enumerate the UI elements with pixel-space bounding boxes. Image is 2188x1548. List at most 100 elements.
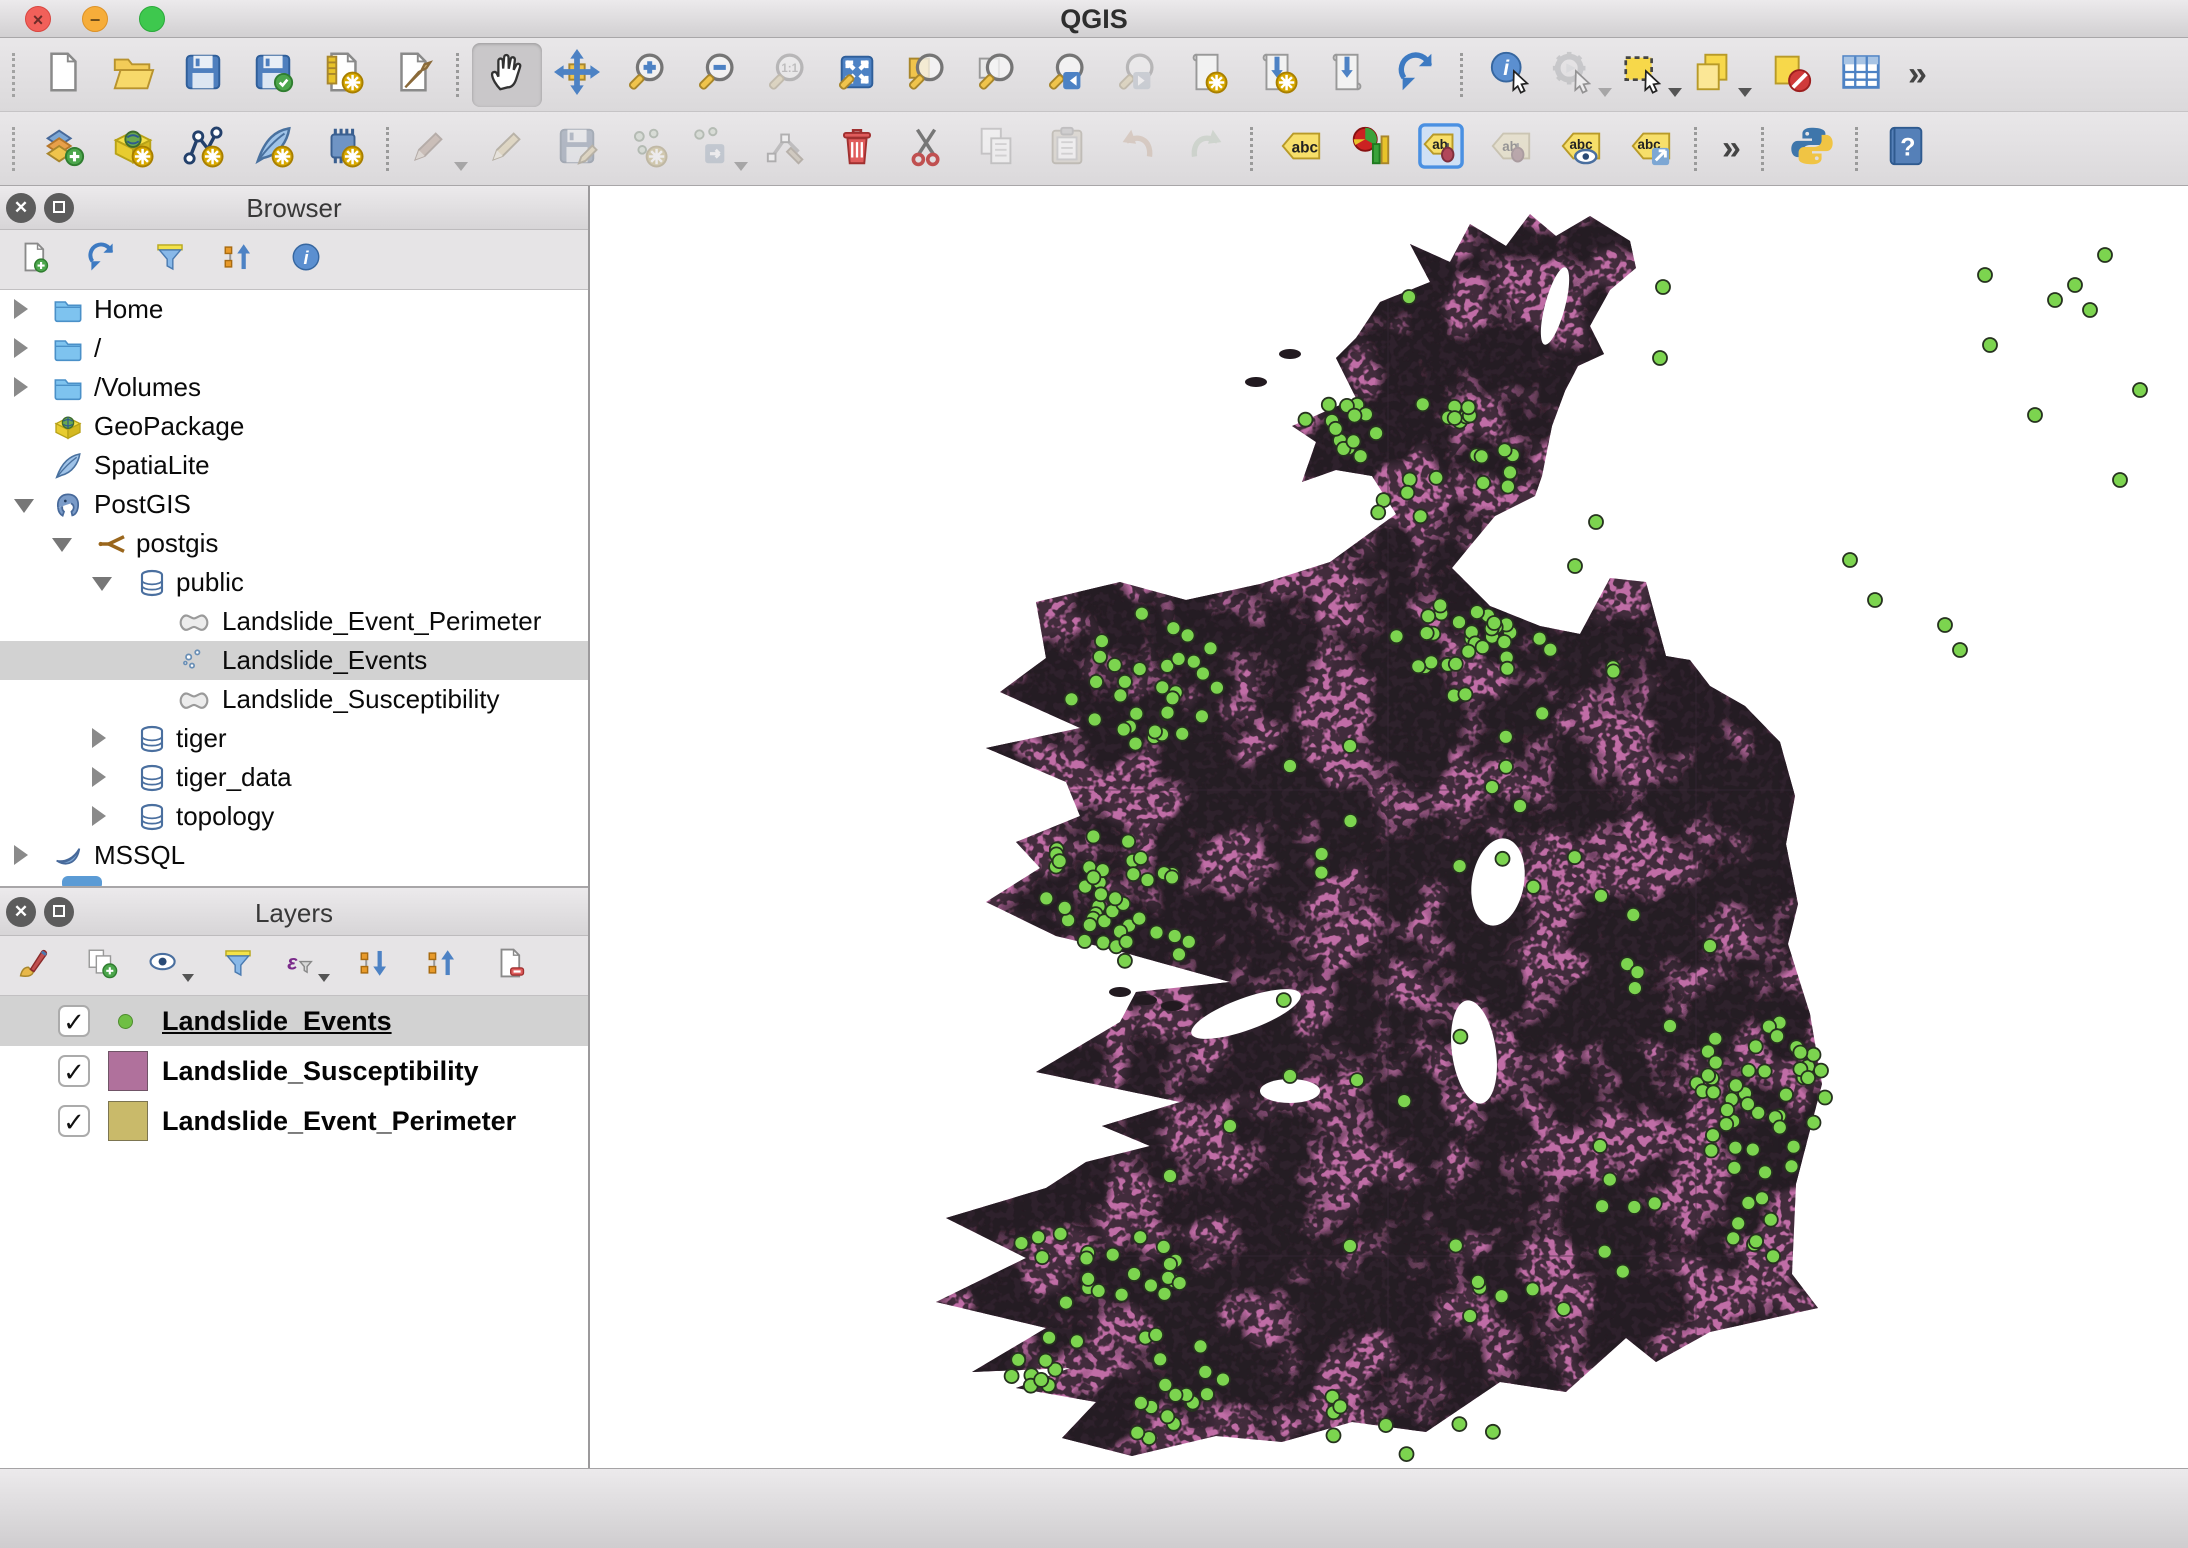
browser-item-home[interactable]: Home [0,290,588,329]
filter-legend-button[interactable] [218,946,258,986]
zoom-next-button[interactable] [1102,43,1172,107]
layer-row-landslide_events[interactable]: ✓Landslide_Events [0,996,588,1046]
project-open-button[interactable] [98,43,168,107]
deselect-features-button[interactable] [1756,43,1826,107]
browser-item-tiger-data[interactable]: tiger_data [0,758,588,797]
zoom-native-button[interactable]: 1:1 [752,43,822,107]
redo-button[interactable] [1172,117,1242,181]
attribute-table-button[interactable] [1826,43,1896,107]
expand-arrow-icon[interactable] [14,845,28,865]
expand-arrow-icon[interactable] [92,728,106,748]
collapse-arrow-icon[interactable] [92,577,112,591]
save-layer-edits-button[interactable] [542,117,612,181]
copy-features-button[interactable] [962,117,1032,181]
python-console-button[interactable] [1777,117,1847,181]
toggle-editing-button[interactable] [472,117,542,181]
toolbar-overflow-button[interactable]: » [1896,55,1939,94]
refresh-map-button[interactable] [1382,43,1452,107]
expand-arrow-icon[interactable] [14,338,28,358]
select-by-value-button[interactable] [1686,43,1756,107]
properties-info-button[interactable]: i [286,240,326,280]
layer-visibility-checkbox[interactable]: ✓ [58,1055,90,1087]
zoom-full-button[interactable] [822,43,892,107]
browser-item-landslide-susceptibility[interactable]: Landslide_Susceptibility [0,680,588,719]
toolbar-drag-handle[interactable] [12,127,18,171]
zoom-to-selection-button[interactable] [892,43,962,107]
cut-features-button[interactable] [892,117,962,181]
project-save-as-button[interactable] [238,43,308,107]
layer-diagram-button[interactable] [1336,117,1406,181]
layer-labeling-button[interactable]: abc [1266,117,1336,181]
run-feature-action-button[interactable] [1546,43,1616,107]
browser-item--[interactable]: / [0,329,588,368]
bookmark-panel-button[interactable] [1312,43,1382,107]
new-spatialite-layer-button[interactable] [238,117,308,181]
browser-item-topology[interactable]: topology [0,797,588,836]
move-label-button[interactable]: abc [1616,117,1686,181]
expand-arrow-icon[interactable] [14,377,28,397]
remove-layer-button[interactable] [490,946,530,986]
zoom-out-button[interactable] [682,43,752,107]
expand-all-button[interactable] [354,946,394,986]
collapse-all-button[interactable] [218,240,258,280]
select-features-button[interactable] [1616,43,1686,107]
vertex-tool-button[interactable] [752,117,822,181]
browser-item-landslide-events[interactable]: Landslide_Events [0,641,588,680]
browser-refresh-button[interactable] [82,240,122,280]
browser-item-landslide-event-perimeter[interactable]: Landslide_Event_Perimeter [0,602,588,641]
zoom-in-button[interactable] [612,43,682,107]
zoom-to-layer-button[interactable] [962,43,1032,107]
map-canvas[interactable] [590,186,2188,1468]
toolbar-overflow-button[interactable]: » [1710,129,1753,168]
browser-item-public[interactable]: public [0,563,588,602]
help-contents-button[interactable]: ? [1871,117,1941,181]
browser-item-mssql[interactable]: MSSQL [0,836,588,875]
filter-expression-button[interactable]: ε [286,946,326,986]
show-bookmarks-button[interactable] [1242,43,1312,107]
layer-row-landslide_event_perimeter[interactable]: ✓Landslide_Event_Perimeter [0,1096,588,1146]
toolbar-drag-handle[interactable] [12,53,18,97]
browser-item-geopackage[interactable]: GeoPackage [0,407,588,446]
collapse-arrow-icon[interactable] [52,538,72,552]
manage-visibility-button[interactable] [150,946,190,986]
new-print-layout-button[interactable] [308,43,378,107]
unpin-labels-button[interactable]: ab [1476,117,1546,181]
browser-item-postgis[interactable]: postgis [0,524,588,563]
current-edits-button[interactable] [402,117,472,181]
expand-arrow-icon[interactable] [92,806,106,826]
browser-item--volumes[interactable]: /Volumes [0,368,588,407]
move-feature-button[interactable] [682,117,752,181]
paste-features-button[interactable] [1032,117,1102,181]
add-feature-button[interactable] [612,117,682,181]
add-selected-layers-button[interactable] [14,240,54,280]
layer-row-landslide_susceptibility[interactable]: ✓Landslide_Susceptibility [0,1046,588,1096]
layer-visibility-checkbox[interactable]: ✓ [58,1005,90,1037]
add-group-button[interactable] [82,946,122,986]
data-source-manager-button[interactable] [28,117,98,181]
new-geopackage-layer-button[interactable] [98,117,168,181]
browser-item-tiger[interactable]: tiger [0,719,588,758]
style-manager-button[interactable] [14,946,54,986]
undo-button[interactable] [1102,117,1172,181]
layer-visibility-checkbox[interactable]: ✓ [58,1105,90,1137]
pin-labels-button[interactable]: ab [1406,117,1476,181]
layout-manager-button[interactable] [378,43,448,107]
identify-features-button[interactable]: i [1476,43,1546,107]
new-shapefile-layer-button[interactable] [168,117,238,181]
new-bookmark-button[interactable] [1172,43,1242,107]
browser-filter-button[interactable] [150,240,190,280]
pan-map-button[interactable] [472,43,542,107]
new-virtual-layer-button[interactable] [308,117,378,181]
show-hide-labels-button[interactable]: abc [1546,117,1616,181]
project-new-button[interactable] [28,43,98,107]
collapse-all-button[interactable] [422,946,462,986]
collapse-arrow-icon[interactable] [14,499,34,513]
delete-selected-button[interactable] [822,117,892,181]
zoom-last-button[interactable] [1032,43,1102,107]
browser-item-spatialite[interactable]: SpatiaLite [0,446,588,485]
pan-to-selection-button[interactable] [542,43,612,107]
expand-arrow-icon[interactable] [14,299,28,319]
project-save-button[interactable] [168,43,238,107]
expand-arrow-icon[interactable] [92,767,106,787]
browser-item-postgis[interactable]: PostGIS [0,485,588,524]
